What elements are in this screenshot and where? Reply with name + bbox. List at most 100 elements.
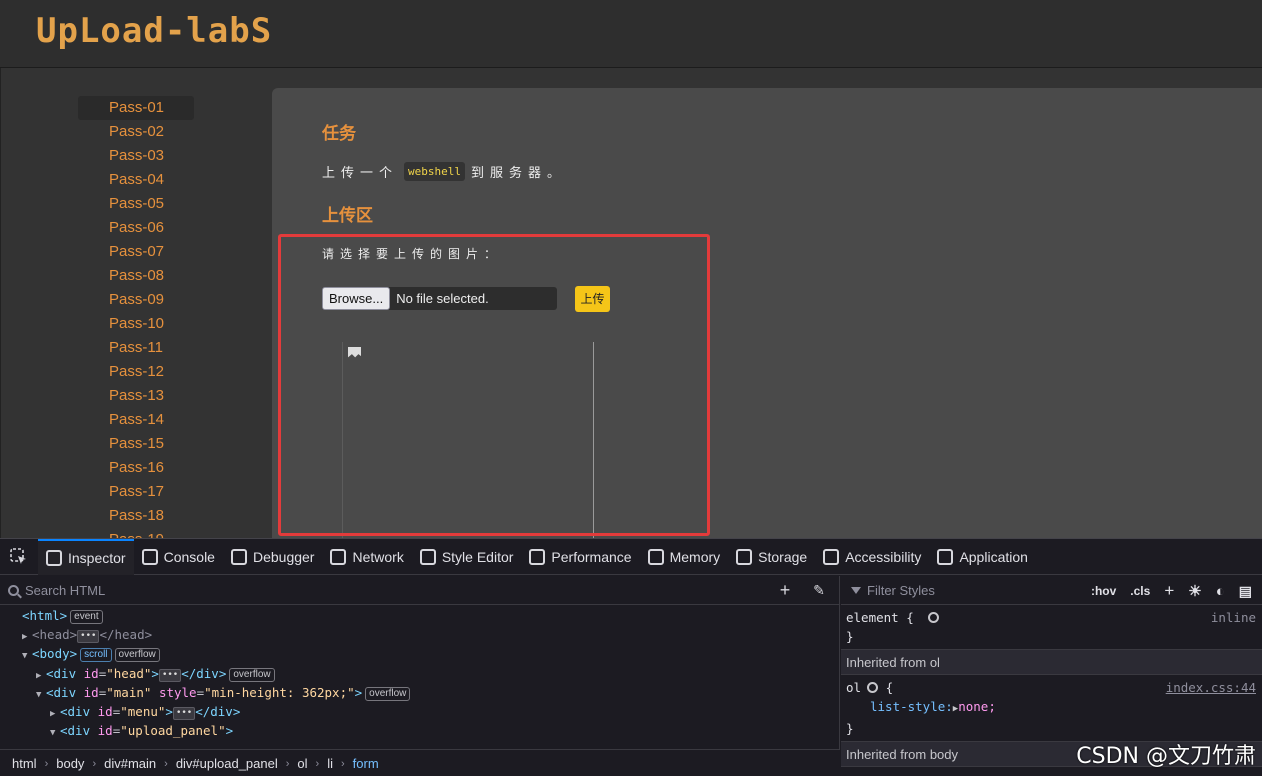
- tab-style-editor[interactable]: Style Editor: [412, 539, 522, 575]
- menu-item-pass-08[interactable]: Pass-08: [78, 264, 194, 288]
- markup-view: Search HTML + ✎ <html> event ▶ <head> ••• </…: [0, 576, 840, 776]
- tab-application[interactable]: Application: [929, 539, 1036, 575]
- menu-item-pass-01[interactable]: Pass-01: [78, 96, 194, 120]
- overflow-badge[interactable]: overflow: [365, 686, 411, 701]
- highlight-box: [278, 234, 710, 536]
- menu-item-pass-19[interactable]: Pass-19: [78, 528, 194, 538]
- menu-item-pass-03[interactable]: Pass-03: [78, 144, 194, 168]
- overflow-badge[interactable]: overflow: [114, 648, 160, 663]
- eyedropper-icon[interactable]: ✎: [809, 580, 829, 600]
- hov-toggle[interactable]: :hov: [1091, 584, 1116, 598]
- search-html-bar[interactable]: Search HTML + ✎: [0, 576, 839, 605]
- add-node-icon[interactable]: +: [775, 580, 795, 600]
- tab-memory[interactable]: Memory: [640, 539, 729, 575]
- dark-theme-icon[interactable]: ◐: [1216, 583, 1225, 600]
- network-icon: [330, 548, 347, 565]
- tab-label: Console: [163, 548, 215, 565]
- breadcrumb-separator: ›: [92, 757, 97, 770]
- menu-item-pass-05[interactable]: Pass-05: [78, 192, 194, 216]
- element-rule: element { inline }: [841, 605, 1262, 649]
- tab-storage[interactable]: Storage: [728, 539, 815, 575]
- element-selector: element {: [846, 610, 914, 625]
- breadcrumb-item[interactable]: div#main: [104, 756, 156, 771]
- css-property: list-style:: [870, 699, 953, 714]
- tree-node-div-upload-panel[interactable]: ▼ <div id="upload_panel">: [0, 721, 839, 740]
- cls-toggle[interactable]: .cls: [1130, 584, 1150, 598]
- task-description: 上传一个 webshell 到服务器。: [322, 162, 566, 181]
- scroll-badge[interactable]: scroll: [80, 648, 112, 663]
- tab-network[interactable]: Network: [322, 539, 411, 575]
- filter-icon: [851, 586, 861, 594]
- menu-item-pass-15[interactable]: Pass-15: [78, 432, 194, 456]
- tab-debugger[interactable]: Debugger: [223, 539, 323, 575]
- devtools-tab-list: Inspector Console Debugger Network Style Edi…: [38, 538, 1036, 575]
- tab-performance[interactable]: Performance: [521, 539, 639, 575]
- menu-item-pass-13[interactable]: Pass-13: [78, 384, 194, 408]
- rule-close: }: [846, 721, 854, 736]
- breadcrumb-separator: ›: [341, 757, 345, 770]
- tree-node-head[interactable]: ▶ <head> ••• </head>: [0, 625, 839, 644]
- rules-toolbar: :hov .cls + ☀ ◐ ▤: [1091, 581, 1252, 601]
- site-logo[interactable]: UpLoad-labS: [36, 11, 272, 51]
- tree-node-div-menu[interactable]: ▶ <div id="menu"> ••• </div>: [0, 702, 839, 721]
- tree-node-div-main[interactable]: ▼ <div id="main" style="min-height: 362px…: [0, 683, 839, 702]
- css-declaration[interactable]: list-style:▶none;: [846, 697, 1257, 719]
- ol-rule: ol { index.css:44 list-style:▶none; }: [841, 675, 1262, 741]
- collapsed-ellipsis[interactable]: •••: [77, 630, 100, 644]
- inspector-icon: [46, 549, 62, 566]
- element-picker-icon[interactable]: [0, 539, 38, 575]
- light-theme-icon[interactable]: ☀: [1188, 582, 1201, 600]
- tree-node-body[interactable]: ▼ <body> scroll overflow: [0, 644, 839, 663]
- print-icon[interactable]: ▤: [1239, 583, 1252, 600]
- tab-label: Performance: [551, 548, 632, 565]
- filter-styles-bar[interactable]: Filter Styles :hov .cls + ☀ ◐ ▤: [841, 576, 1262, 605]
- menu-item-pass-07[interactable]: Pass-07: [78, 240, 194, 264]
- inherited-header: Inherited from ol: [841, 649, 1262, 675]
- breadcrumb-separator: ›: [44, 757, 49, 770]
- breadcrumb-item[interactable]: html: [12, 756, 37, 771]
- search-html-input[interactable]: Search HTML: [25, 583, 105, 598]
- performance-icon: [529, 548, 546, 565]
- breadcrumb-item[interactable]: body: [56, 756, 84, 771]
- menu-item-pass-04[interactable]: Pass-04: [78, 168, 194, 192]
- menu-item-pass-16[interactable]: Pass-16: [78, 456, 194, 480]
- devtools-tabbar: Inspector Console Debugger Network Style Edi…: [0, 538, 1262, 575]
- breadcrumb-item[interactable]: ol: [297, 756, 307, 771]
- menu-item-pass-12[interactable]: Pass-12: [78, 360, 194, 384]
- menu-item-pass-14[interactable]: Pass-14: [78, 408, 194, 432]
- tab-label: Style Editor: [441, 548, 514, 565]
- breadcrumb-item[interactable]: form: [353, 756, 379, 771]
- tree-node-html[interactable]: <html> event: [0, 606, 839, 625]
- gear-icon[interactable]: [867, 682, 879, 693]
- menu-item-pass-17[interactable]: Pass-17: [78, 480, 194, 504]
- breadcrumb-item[interactable]: li: [327, 756, 333, 771]
- menu-item-pass-18[interactable]: Pass-18: [78, 504, 194, 528]
- tab-label: Application: [959, 548, 1028, 565]
- menu-item-pass-09[interactable]: Pass-09: [78, 288, 194, 312]
- rule-close: }: [846, 629, 854, 644]
- tab-console[interactable]: Console: [134, 539, 223, 575]
- collapsed-ellipsis[interactable]: •••: [172, 706, 196, 720]
- tab-inspector[interactable]: Inspector: [38, 538, 134, 575]
- tab-label: Inspector: [68, 549, 126, 566]
- gear-icon[interactable]: [927, 612, 939, 623]
- application-icon: [937, 548, 954, 565]
- menu-item-pass-11[interactable]: Pass-11: [78, 336, 194, 360]
- collapsed-ellipsis[interactable]: •••: [158, 668, 182, 682]
- devtools-body: Search HTML + ✎ <html> event ▶ <head> ••• </…: [0, 576, 1262, 776]
- tab-accessibility[interactable]: Accessibility: [815, 539, 929, 575]
- menu-item-pass-06[interactable]: Pass-06: [78, 216, 194, 240]
- filter-styles-input[interactable]: Filter Styles: [867, 583, 935, 598]
- rule-brace: {: [885, 680, 894, 695]
- watermark: CSDN @文刀竹肃: [1076, 744, 1256, 769]
- webpage: UpLoad-labS Pass-01 Pass-02 Pass-03 Pass-04…: [0, 0, 1262, 538]
- menu-item-pass-10[interactable]: Pass-10: [78, 312, 194, 336]
- overflow-badge[interactable]: overflow: [229, 667, 275, 682]
- tree-node-div-head[interactable]: ▶ <div id="head"> ••• </div> overflow: [0, 664, 839, 683]
- breadcrumb-item[interactable]: div#upload_panel: [176, 756, 278, 771]
- add-rule-icon[interactable]: +: [1164, 581, 1174, 601]
- event-badge[interactable]: event: [70, 610, 103, 624]
- menu-item-pass-02[interactable]: Pass-02: [78, 120, 194, 144]
- rule-source-link[interactable]: index.css:44: [1166, 678, 1256, 697]
- tab-label: Network: [352, 548, 404, 565]
